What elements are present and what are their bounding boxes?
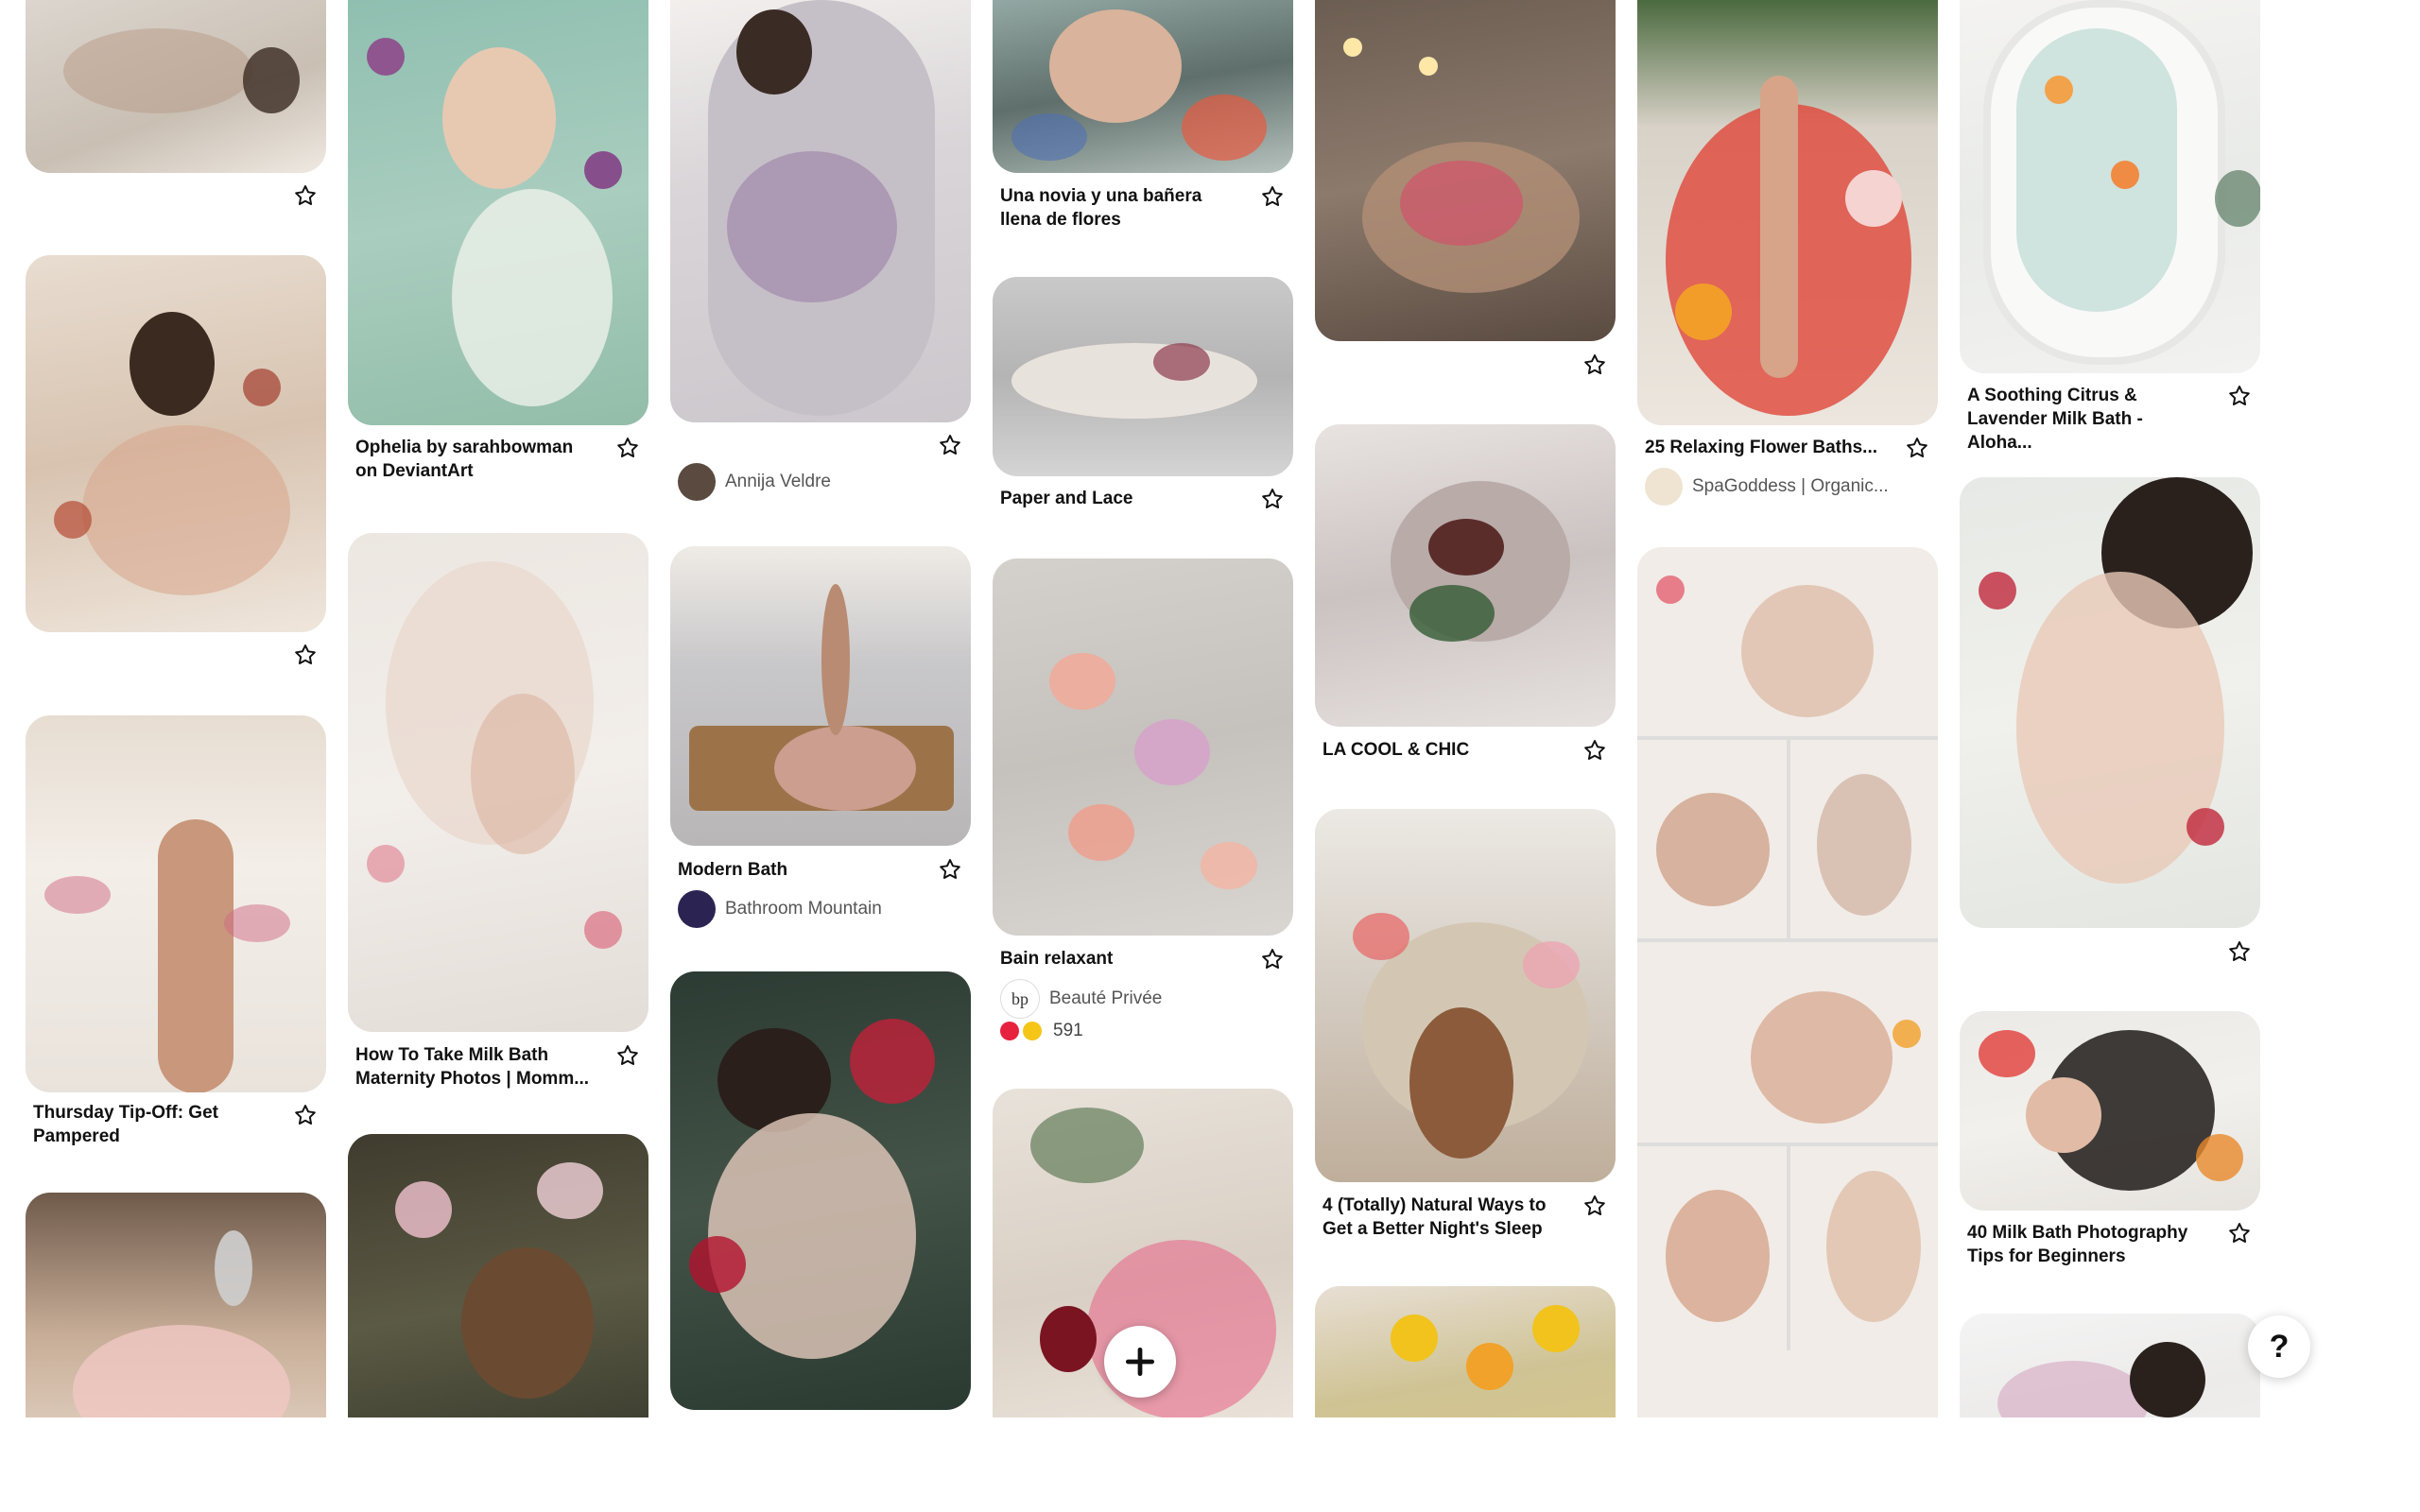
save-star-icon[interactable] bbox=[1581, 1192, 1609, 1220]
pin-image[interactable] bbox=[670, 546, 971, 846]
pin-caption[interactable]: Bain relaxant bbox=[1000, 947, 1236, 971]
save-star-icon[interactable] bbox=[291, 1101, 320, 1129]
save-star-icon[interactable] bbox=[936, 855, 964, 884]
heart-icon bbox=[1000, 1022, 1019, 1040]
author-avatar[interactable] bbox=[678, 463, 716, 501]
pin-image[interactable] bbox=[670, 971, 971, 1410]
plus-icon bbox=[1125, 1347, 1155, 1377]
pin-image[interactable] bbox=[993, 277, 1293, 476]
pin-board: Thursday Tip-Off: Get Pampered Ophelia b… bbox=[0, 0, 2420, 1512]
pin-caption[interactable]: A Soothing Citrus & Lavender Milk Bath -… bbox=[1967, 384, 2204, 455]
save-star-icon[interactable] bbox=[614, 434, 642, 462]
reaction-number: 591 bbox=[1053, 1021, 1083, 1040]
wow-emoji-icon bbox=[1023, 1022, 1042, 1040]
pin-caption[interactable]: Modern Bath bbox=[678, 858, 914, 882]
pin-caption[interactable]: Thursday Tip-Off: Get Pampered bbox=[33, 1101, 269, 1148]
author-avatar[interactable]: bp bbox=[1000, 979, 1040, 1019]
bottom-whitespace bbox=[0, 1418, 2420, 1512]
save-star-icon[interactable] bbox=[1258, 182, 1287, 211]
pin-image[interactable] bbox=[670, 0, 971, 422]
pin-image[interactable] bbox=[993, 558, 1293, 936]
pin-image[interactable] bbox=[1637, 547, 1938, 1483]
pin-image[interactable] bbox=[1960, 1011, 2260, 1211]
save-star-icon[interactable] bbox=[2225, 382, 2254, 410]
pin-image[interactable] bbox=[26, 255, 326, 632]
pin-image[interactable] bbox=[26, 0, 326, 173]
add-pin-button[interactable] bbox=[1104, 1326, 1176, 1398]
pin-image[interactable] bbox=[1960, 477, 2260, 928]
pin-image[interactable] bbox=[1315, 0, 1616, 341]
pin-image[interactable] bbox=[348, 533, 648, 1032]
pin-image[interactable] bbox=[26, 715, 326, 1092]
save-star-icon[interactable] bbox=[1581, 351, 1609, 379]
pin-caption[interactable]: Ophelia by sarahbowman on DeviantArt bbox=[355, 436, 592, 483]
save-star-icon[interactable] bbox=[2225, 937, 2254, 966]
pin-caption[interactable]: How To Take Milk Bath Maternity Photos |… bbox=[355, 1043, 592, 1091]
pin-author[interactable]: SpaGoddess | Organic... bbox=[1645, 468, 1889, 506]
pin-caption[interactable]: 40 Milk Bath Photography Tips for Beginn… bbox=[1967, 1221, 2204, 1268]
author-name[interactable]: SpaGoddess | Organic... bbox=[1692, 476, 1889, 497]
save-star-icon[interactable] bbox=[1903, 434, 1931, 462]
author-avatar[interactable] bbox=[678, 890, 716, 928]
pin-caption[interactable]: Paper and Lace bbox=[1000, 487, 1236, 510]
author-name[interactable]: Bathroom Mountain bbox=[725, 899, 882, 919]
pin-image[interactable] bbox=[993, 0, 1293, 173]
pin-author[interactable]: bp Beauté Privée bbox=[1000, 979, 1162, 1019]
help-button[interactable]: ? bbox=[2248, 1315, 2310, 1378]
save-star-icon[interactable] bbox=[291, 181, 320, 210]
pin-image[interactable] bbox=[1637, 0, 1938, 425]
save-star-icon[interactable] bbox=[614, 1041, 642, 1070]
pin-image[interactable] bbox=[348, 0, 648, 425]
save-star-icon[interactable] bbox=[291, 641, 320, 669]
pin-caption[interactable]: 25 Relaxing Flower Baths... bbox=[1645, 436, 1881, 459]
pin-image[interactable] bbox=[1315, 809, 1616, 1182]
help-label: ? bbox=[2269, 1328, 2290, 1365]
pin-author[interactable]: Annija Veldre bbox=[678, 463, 831, 501]
pin-image[interactable] bbox=[1960, 0, 2260, 373]
save-star-icon[interactable] bbox=[1258, 485, 1287, 513]
author-name[interactable]: Annija Veldre bbox=[725, 472, 831, 492]
save-star-icon[interactable] bbox=[1258, 945, 1287, 973]
save-star-icon[interactable] bbox=[2225, 1219, 2254, 1247]
reaction-count[interactable]: 591 bbox=[1000, 1021, 1083, 1041]
author-name[interactable]: Beauté Privée bbox=[1049, 988, 1162, 1009]
save-star-icon[interactable] bbox=[936, 431, 964, 459]
save-star-icon[interactable] bbox=[1581, 736, 1609, 765]
pin-author[interactable]: Bathroom Mountain bbox=[678, 890, 882, 928]
pin-caption[interactable]: Una novia y una bañera llena de flores bbox=[1000, 184, 1236, 232]
pin-caption[interactable]: LA COOL & CHIC bbox=[1322, 738, 1559, 762]
author-avatar[interactable] bbox=[1645, 468, 1683, 506]
pin-image[interactable] bbox=[1315, 424, 1616, 727]
pin-caption[interactable]: 4 (Totally) Natural Ways to Get a Better… bbox=[1322, 1194, 1559, 1241]
